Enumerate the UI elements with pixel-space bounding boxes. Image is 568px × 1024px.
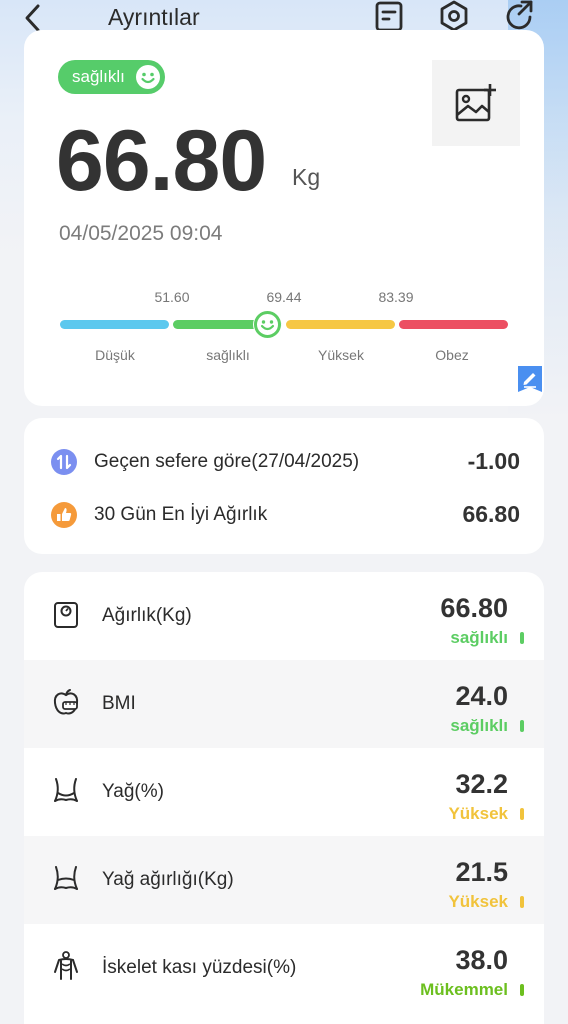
- comparison-row-best[interactable]: 30 Gün En İyi Ağırlık 66.80: [24, 496, 544, 536]
- metric-label: İskelet kası yüzdesi(%): [102, 957, 297, 978]
- metric-value: 38.0: [455, 945, 508, 975]
- scale-segment-obese: [399, 320, 508, 329]
- status-badge-label: sağlıklı: [72, 67, 125, 86]
- metrics-card: Ağırlık(Kg) 66.80 sağlıklı BMI 24.0 sağl…: [24, 572, 544, 1024]
- metric-status: sağlıklı: [450, 716, 508, 735]
- comparison-row-previous[interactable]: Geçen sefere göre(27/04/2025) -1.00: [24, 443, 544, 483]
- metric-status: Yüksek: [448, 892, 508, 911]
- status-indicator: [520, 632, 524, 644]
- metric-row-bmi[interactable]: BMI 24.0 sağlıklı: [24, 660, 544, 748]
- comparison-value: 66.80: [462, 501, 520, 527]
- scale-label: sağlıklı: [206, 347, 250, 363]
- metric-value: 66.80: [440, 593, 508, 623]
- status-indicator: [520, 896, 524, 908]
- status-indicator: [520, 984, 524, 996]
- weight-summary-card: sağlıklı 66.80 Kg 04/05/2025 09:04 51.60…: [24, 30, 544, 406]
- bmi-icon: [53, 689, 79, 715]
- share-icon[interactable]: [504, 0, 536, 32]
- metric-row-fat-weight[interactable]: Yağ ağırlığı(Kg) 21.5 Yüksek: [24, 836, 544, 924]
- scale-segment-low: [60, 320, 169, 329]
- metric-row-skeletal-muscle[interactable]: İskelet kası yüzdesi(%) 38.0 Mükemmel: [24, 924, 544, 1012]
- metric-row-body-fat[interactable]: Yağ(%) 32.2 Yüksek: [24, 748, 544, 836]
- metric-value: 21.5: [455, 857, 508, 887]
- comparison-value: -1.00: [467, 448, 520, 474]
- weight-unit: Kg: [292, 164, 321, 190]
- status-badge: sağlıklı: [58, 60, 165, 94]
- muscle-icon: [54, 951, 78, 980]
- scale-tick: 51.60: [154, 289, 190, 305]
- metric-label: Yağ ağırlığı(Kg): [102, 869, 234, 890]
- comparison-card: Geçen sefere göre(27/04/2025) -1.00 30 G…: [24, 418, 544, 554]
- compare-icon: [51, 449, 77, 475]
- scale-tick: 69.44: [266, 289, 302, 305]
- scale-label: Yüksek: [318, 347, 364, 363]
- comparison-label: 30 Gün En İyi Ağırlık: [94, 504, 268, 525]
- metric-row-weight[interactable]: Ağırlık(Kg) 66.80 sağlıklı: [24, 572, 544, 660]
- scale-tick: 83.39: [378, 289, 414, 305]
- metric-label: Yağ(%): [102, 781, 164, 802]
- add-image-icon: [455, 84, 496, 122]
- measurement-datetime: 04/05/2025 09:04: [59, 222, 223, 245]
- comparison-label: Geçen sefere göre(27/04/2025): [94, 451, 360, 472]
- smile-marker-icon: [254, 311, 281, 338]
- report-icon[interactable]: [373, 0, 405, 32]
- body-fat-icon: [54, 778, 78, 802]
- scale-icon: [54, 602, 78, 628]
- metric-status: Yüksek: [448, 804, 508, 823]
- metric-value: 24.0: [455, 681, 508, 711]
- page-title: Ayrıntılar: [108, 4, 200, 30]
- edit-icon[interactable]: [518, 366, 542, 392]
- fat-weight-icon: [54, 866, 78, 890]
- scale-segment-high: [286, 320, 395, 329]
- add-photo-button[interactable]: [432, 60, 520, 146]
- metric-label: BMI: [102, 693, 136, 714]
- status-indicator: [520, 808, 524, 820]
- settings-icon[interactable]: [438, 0, 470, 32]
- metric-label: Ağırlık(Kg): [102, 605, 192, 626]
- scale-marker: [253, 310, 282, 339]
- scale-label: Obez: [435, 347, 469, 363]
- thumb-up-icon: [51, 502, 77, 528]
- status-indicator: [520, 720, 524, 732]
- metric-value: 32.2: [455, 769, 508, 799]
- scale-label: Düşük: [95, 347, 135, 363]
- weight-value: 66.80: [56, 113, 267, 209]
- smile-icon: [135, 65, 160, 89]
- metric-status: sağlıklı: [450, 628, 508, 647]
- metric-status: Mükemmel: [420, 980, 508, 999]
